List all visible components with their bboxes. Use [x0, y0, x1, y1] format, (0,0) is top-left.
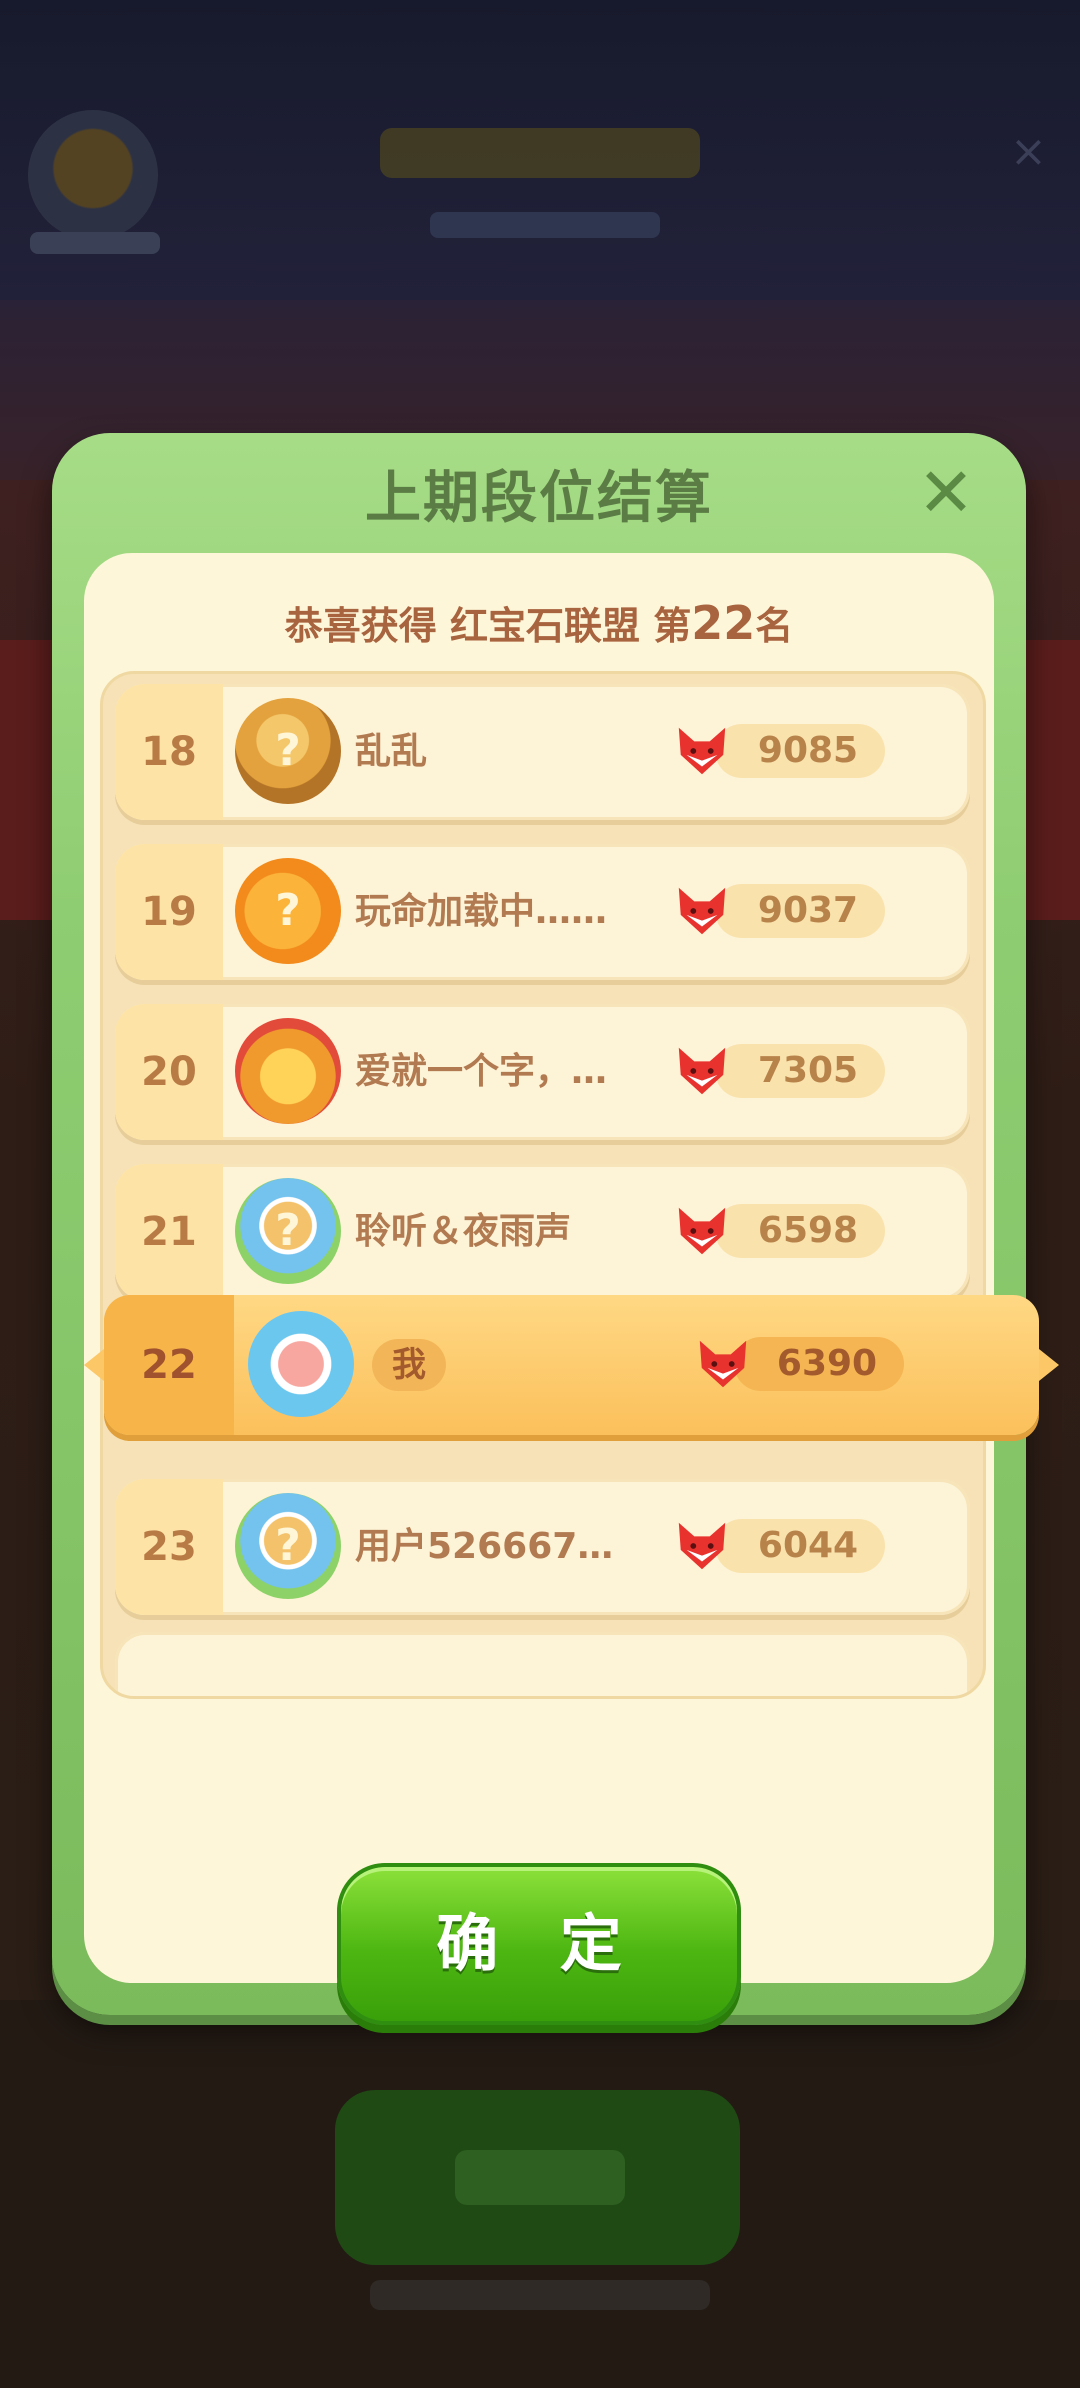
score-pill: 6598 — [715, 1204, 885, 1258]
player-name: 聆听＆夜雨声 — [355, 1211, 572, 1252]
leaderboard-row: 18 ? 乱乱 9085 — [115, 684, 970, 820]
close-button[interactable]: ✕ — [912, 460, 980, 531]
avatar-placeholder-icon: ? — [275, 725, 301, 776]
player-avatar[interactable]: ? — [235, 1178, 341, 1284]
background-avatar-caption — [30, 232, 160, 254]
confirm-button-label: 确 定 — [436, 1907, 642, 1980]
player-name: 乱乱 — [355, 731, 428, 772]
my-name: 我 — [372, 1339, 446, 1391]
season-settlement-dialog: 上期段位结算 ✕ 恭喜获得 红宝石联盟 第22名 18 ? 乱乱 9085 19… — [52, 433, 1059, 2025]
rank-number: 19 — [141, 889, 197, 935]
player-name: 玩命加载中…… — [355, 891, 608, 932]
my-rank-row: 22 我 6390 — [70, 1295, 1073, 1435]
leaderboard-row: 19 ? 玩命加载中…… 9037 — [115, 844, 970, 980]
rank-number: 23 — [141, 1524, 197, 1570]
my-score: 6390 — [776, 1343, 878, 1384]
dialog-title: 上期段位结算 — [365, 466, 713, 531]
leaderboard-row: 20 爱就一个字，… 7305 — [115, 1004, 970, 1140]
player-avatar[interactable]: ? — [235, 698, 341, 804]
rank-number: 18 — [141, 729, 197, 775]
leaderboard-row: 21 ? 聆听＆夜雨声 6598 — [115, 1164, 970, 1300]
avatar-placeholder-icon: ? — [275, 1205, 301, 1256]
player-score: 7305 — [757, 1050, 859, 1091]
background-close-icon: × — [1010, 126, 1047, 177]
player-avatar[interactable] — [235, 1018, 341, 1124]
player-score: 6598 — [757, 1210, 859, 1251]
result-rank: 22 — [691, 596, 756, 650]
dialog-body: 恭喜获得 红宝石联盟 第22名 18 ? 乱乱 9085 19 ? 玩命加载中…… — [84, 553, 1059, 2025]
background-title — [380, 128, 700, 178]
background-right-panel — [1020, 640, 1080, 920]
confirm-button[interactable]: 确 定 — [337, 1863, 741, 2025]
leaderboard-row-partial — [115, 1632, 970, 1696]
result-message: 恭喜获得 红宝石联盟 第22名 — [84, 595, 994, 650]
player-avatar[interactable]: ? — [235, 858, 341, 964]
my-avatar[interactable] — [248, 1311, 354, 1417]
fox-token-icon — [678, 1207, 726, 1255]
player-name: 用户526667… — [355, 1526, 614, 1567]
close-icon: ✕ — [917, 454, 975, 533]
rank-number: 21 — [141, 1209, 197, 1255]
score-pill: 9037 — [715, 884, 885, 938]
avatar-placeholder-icon: ? — [275, 1520, 301, 1571]
fox-token-icon — [699, 1340, 747, 1388]
fox-token-icon — [678, 727, 726, 775]
fox-token-icon — [678, 1047, 726, 1095]
player-score: 6044 — [757, 1525, 859, 1566]
leaderboard-row: 23 ? 用户526667… 6044 — [115, 1479, 970, 1615]
my-rank-number: 22 — [141, 1342, 197, 1388]
background-avatar — [28, 110, 158, 240]
background-left-panel — [0, 640, 60, 920]
background-button-label — [455, 2150, 625, 2205]
leaderboard-list[interactable]: 18 ? 乱乱 9085 19 ? 玩命加载中…… 9037 20 爱就一个字，… — [100, 671, 986, 1699]
result-message-suffix: 名 — [755, 604, 794, 648]
avatar-placeholder-icon: ? — [275, 885, 301, 936]
score-pill: 6044 — [715, 1519, 885, 1573]
player-name: 爱就一个字，… — [355, 1051, 608, 1092]
background-subtitle — [430, 212, 660, 238]
player-score: 9037 — [757, 890, 859, 931]
fox-token-icon — [678, 1522, 726, 1570]
player-avatar[interactable]: ? — [235, 1493, 341, 1599]
background-footer-text — [370, 2280, 710, 2310]
result-message-prefix: 恭喜获得 红宝石联盟 第 — [284, 604, 692, 648]
fox-token-icon — [678, 887, 726, 935]
score-pill: 6390 — [734, 1337, 904, 1391]
player-score: 9085 — [757, 730, 859, 771]
score-pill: 9085 — [715, 724, 885, 778]
score-pill: 7305 — [715, 1044, 885, 1098]
rank-number: 20 — [141, 1049, 197, 1095]
